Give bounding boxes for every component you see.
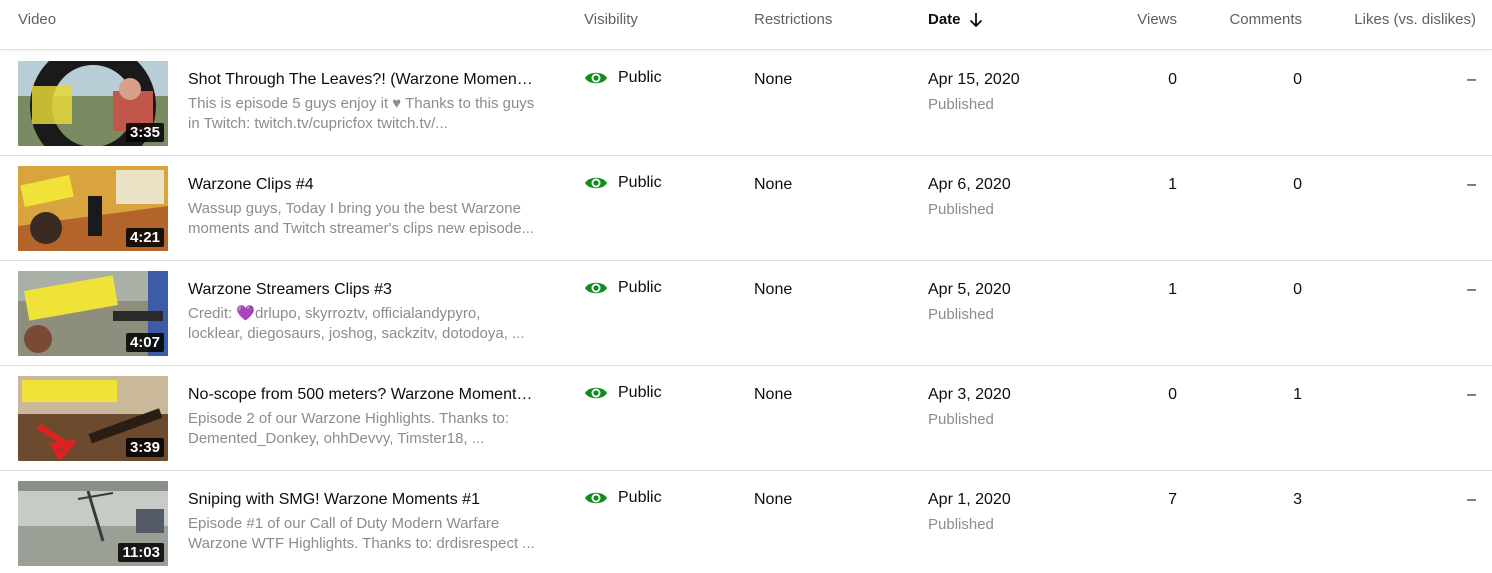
comments-value: 1 — [1293, 386, 1302, 403]
video-thumbnail[interactable]: 4:21 — [18, 166, 168, 251]
table-row[interactable]: 4:21 Warzone Clips #4 Wassup guys, Today… — [0, 156, 1492, 261]
video-description: Wassup guys, Today I bring you the best … — [188, 200, 535, 237]
visibility-label: Public — [618, 279, 662, 296]
likes-value: – — [1467, 386, 1476, 403]
publish-status: Published — [928, 306, 994, 323]
visibility-cell[interactable]: Public — [584, 384, 662, 402]
comments-value: 0 — [1293, 176, 1302, 193]
video-thumbnail[interactable]: 4:07 — [18, 271, 168, 356]
visibility-label: Public — [618, 69, 662, 86]
visibility-cell[interactable]: Public — [584, 69, 662, 87]
date-value: Apr 1, 2020 — [928, 491, 1011, 508]
date-value: Apr 5, 2020 — [928, 281, 1011, 298]
videos-table: Video Visibility Restrictions Date Views… — [0, 0, 1492, 573]
table-row[interactable]: 3:39 No-scope from 500 meters? Warzone M… — [0, 366, 1492, 471]
visibility-cell[interactable]: Public — [584, 174, 662, 192]
publish-status: Published — [928, 201, 994, 218]
video-description: This is episode 5 guys enjoy it ♥ Thanks… — [188, 95, 535, 132]
column-header-visibility[interactable]: Visibility — [584, 11, 638, 28]
likes-value: – — [1467, 491, 1476, 508]
column-header-date[interactable]: Date — [928, 11, 983, 28]
video-thumbnail[interactable]: 11:03 — [18, 481, 168, 566]
visibility-label: Public — [618, 384, 662, 401]
likes-value: – — [1467, 281, 1476, 298]
video-title[interactable]: No-scope from 500 meters? Warzone Moment… — [188, 386, 533, 404]
restrictions-value: None — [754, 176, 793, 193]
views-value: 0 — [1168, 386, 1177, 403]
views-value: 0 — [1168, 71, 1177, 88]
video-duration: 11:03 — [118, 543, 164, 562]
video-description: Credit: 💜drlupo, skyrroztv, officialandy… — [188, 305, 525, 342]
sort-arrow-down-icon — [969, 12, 982, 27]
eye-icon — [585, 282, 607, 294]
date-value: Apr 3, 2020 — [928, 386, 1011, 403]
eye-icon — [585, 177, 607, 189]
column-header-video: Video — [18, 11, 57, 28]
video-duration: 4:07 — [125, 333, 164, 352]
column-header-likes[interactable]: Likes (vs. dislikes) — [1354, 11, 1476, 28]
video-title[interactable]: Warzone Streamers Clips #3 — [188, 281, 533, 299]
visibility-label: Public — [618, 489, 662, 506]
column-header-comments[interactable]: Comments — [1229, 11, 1302, 28]
views-value: 1 — [1168, 176, 1177, 193]
publish-status: Published — [928, 411, 994, 428]
publish-status: Published — [928, 96, 994, 113]
publish-status: Published — [928, 516, 994, 533]
restrictions-value: None — [754, 491, 793, 508]
video-description: Episode #1 of our Call of Duty Modern Wa… — [188, 515, 535, 552]
eye-icon — [585, 72, 607, 84]
restrictions-value: None — [754, 281, 793, 298]
video-thumbnail[interactable]: 3:39 — [18, 376, 168, 461]
restrictions-value: None — [754, 386, 793, 403]
video-title[interactable]: Shot Through The Leaves?! (Warzone Momen… — [188, 71, 533, 89]
restrictions-value: None — [754, 71, 793, 88]
video-duration: 3:35 — [125, 123, 164, 142]
visibility-cell[interactable]: Public — [584, 489, 662, 507]
table-header: Video Visibility Restrictions Date Views… — [0, 0, 1492, 50]
views-value: 1 — [1168, 281, 1177, 298]
video-title[interactable]: Sniping with SMG! Warzone Moments #1 — [188, 491, 533, 509]
likes-value: – — [1467, 176, 1476, 193]
date-value: Apr 6, 2020 — [928, 176, 1011, 193]
visibility-label: Public — [618, 174, 662, 191]
eye-icon — [585, 492, 607, 504]
likes-value: – — [1467, 71, 1476, 88]
comments-value: 3 — [1293, 491, 1302, 508]
video-duration: 3:39 — [125, 438, 164, 457]
video-thumbnail[interactable]: 3:35 — [18, 61, 168, 146]
video-title[interactable]: Warzone Clips #4 — [188, 176, 533, 194]
table-row[interactable]: 11:03 Sniping with SMG! Warzone Moments … — [0, 471, 1492, 573]
table-row[interactable]: 4:07 Warzone Streamers Clips #3 Credit: … — [0, 261, 1492, 366]
comments-value: 0 — [1293, 71, 1302, 88]
comments-value: 0 — [1293, 281, 1302, 298]
video-duration: 4:21 — [125, 228, 164, 247]
visibility-cell[interactable]: Public — [584, 279, 662, 297]
column-header-views[interactable]: Views — [1137, 11, 1177, 28]
column-header-date-label: Date — [928, 11, 961, 28]
eye-icon — [585, 387, 607, 399]
date-value: Apr 15, 2020 — [928, 71, 1020, 88]
video-description: Episode 2 of our Warzone Highlights. Tha… — [188, 410, 510, 447]
views-value: 7 — [1168, 491, 1177, 508]
column-header-restrictions[interactable]: Restrictions — [754, 11, 832, 28]
table-row[interactable]: 3:35 Shot Through The Leaves?! (Warzone … — [0, 51, 1492, 156]
